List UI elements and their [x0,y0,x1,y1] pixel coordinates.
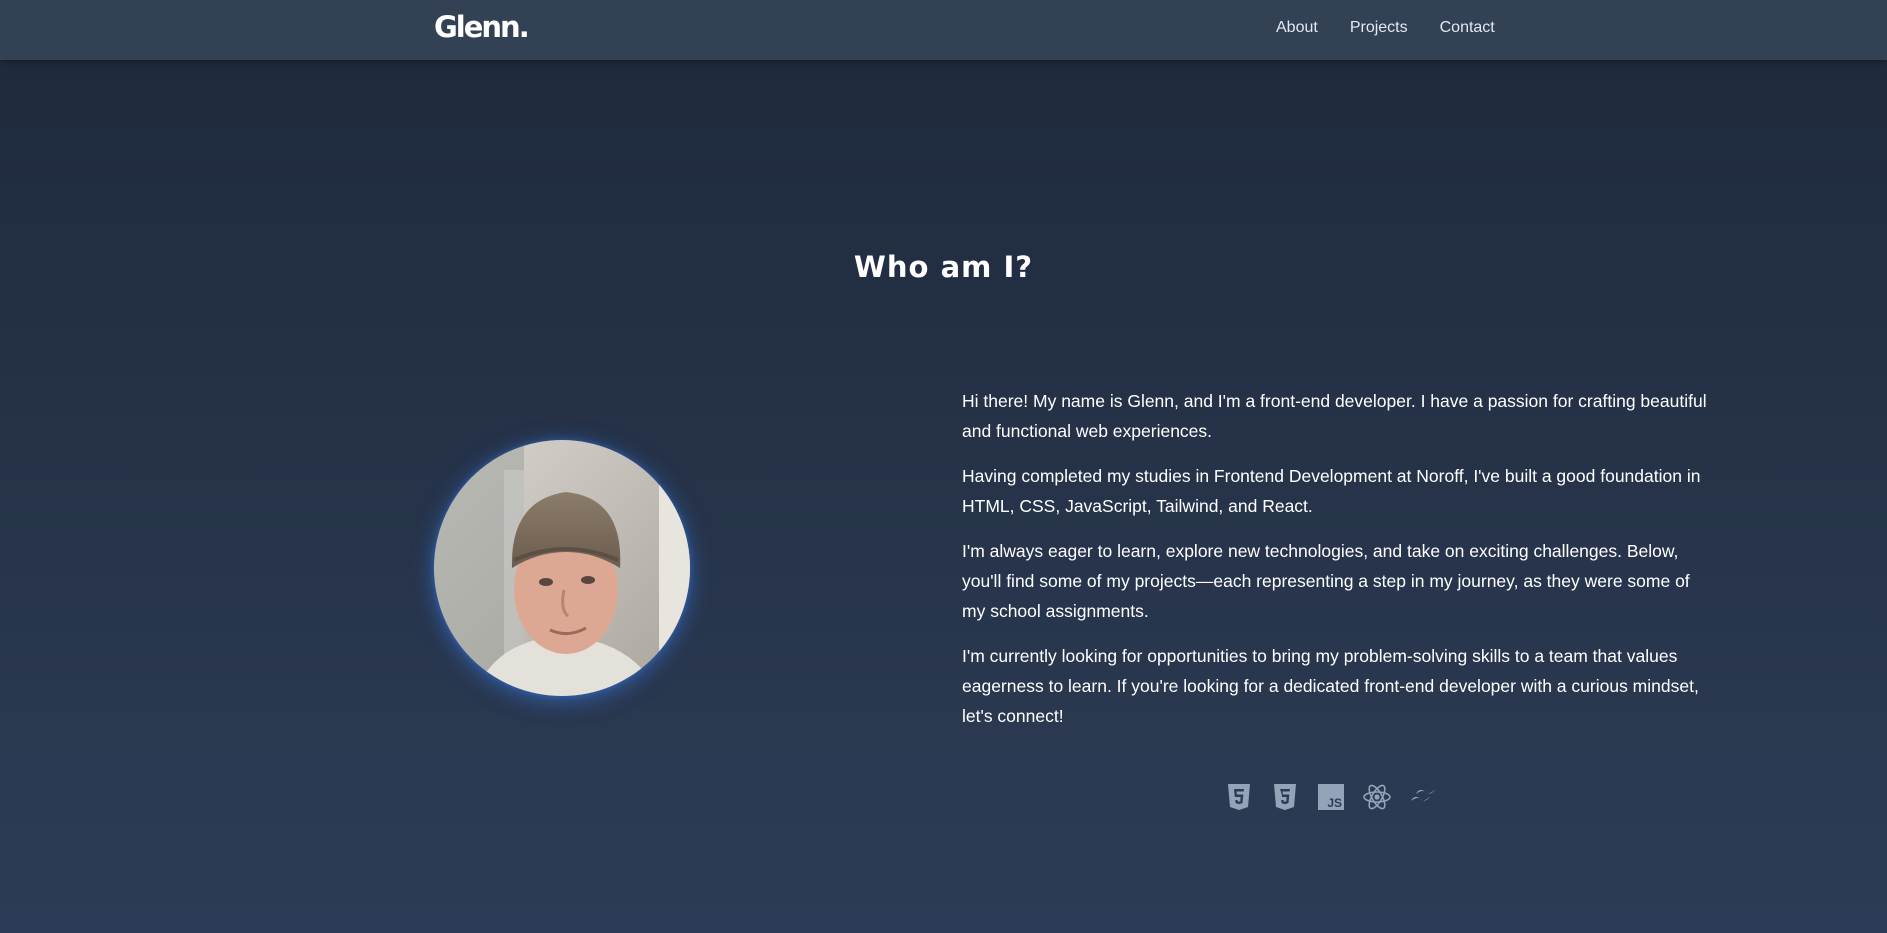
tailwind-icon [1411,789,1435,801]
bio-paragraph-intro: Hi there! My name is Glenn, and I'm a fr… [962,391,1707,441]
page-title: Who am I? [853,250,1034,284]
nav-link-projects[interactable]: Projects [1350,19,1408,37]
bio-paragraph-learning: I'm always eager to learn, explore new t… [962,541,1690,621]
navbar: Glenn. About Projects Contact [0,0,1887,60]
site-logo[interactable]: Glenn. [434,10,530,44]
nav-links: About Projects Contact [1276,19,1495,37]
bio-paragraph-opportunities: I'm currently looking for opportunities … [962,646,1699,726]
javascript-icon: JS [1318,784,1344,810]
tech-stack-icons: JS [1224,782,1438,812]
about-bio: Hi there! My name is Glenn, and I'm a fr… [962,386,1708,746]
html5-icon [1228,784,1250,810]
nav-link-about[interactable]: About [1276,19,1318,37]
bio-paragraph-education: Having completed my studies in Frontend … [962,466,1701,516]
css3-icon [1274,784,1296,810]
svg-text:JS: JS [1327,796,1342,810]
react-icon [1363,784,1391,810]
nav-link-contact[interactable]: Contact [1440,19,1495,37]
profile-avatar [434,440,690,696]
